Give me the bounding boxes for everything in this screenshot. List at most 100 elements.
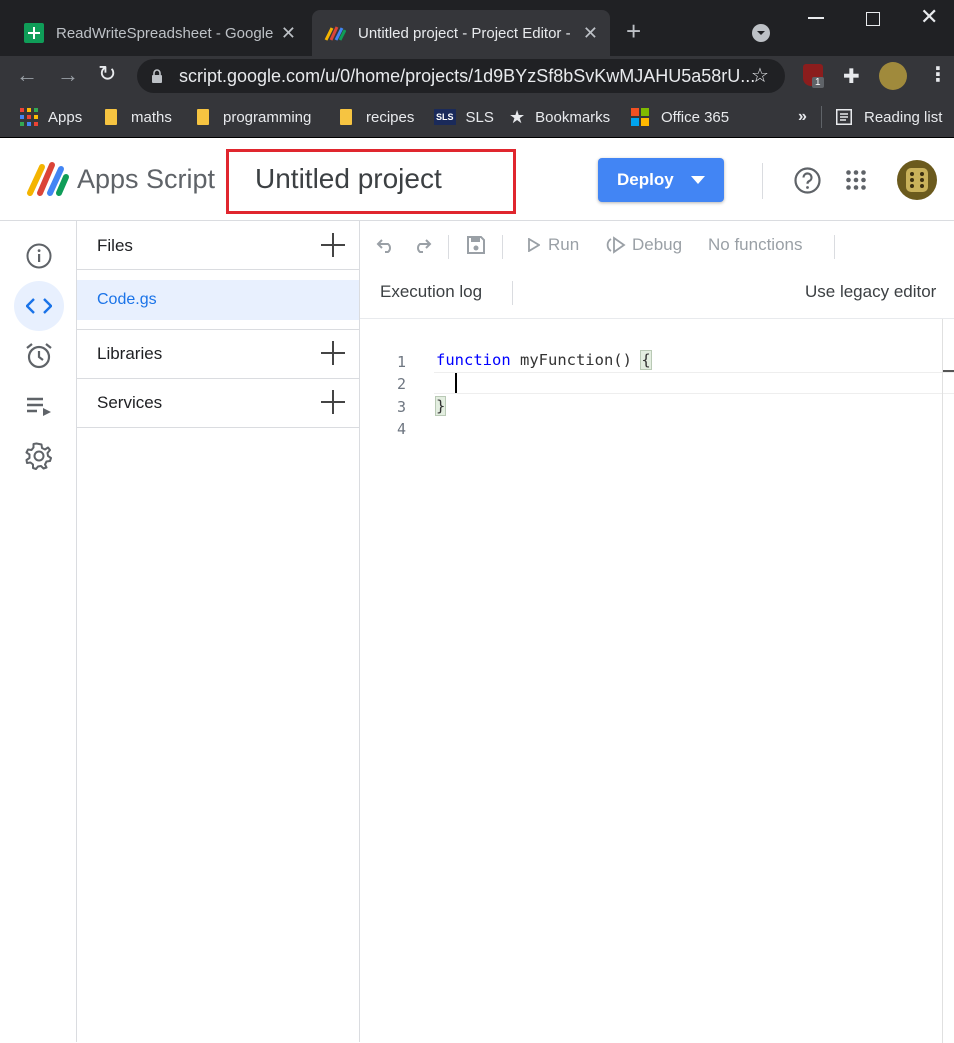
code-keyword: function: [436, 351, 511, 369]
bookmark-recipes[interactable]: recipes: [340, 96, 414, 138]
extension-badge: 1: [812, 77, 824, 88]
chevron-down-icon: [691, 176, 705, 184]
bookmarks-bar: Apps maths programming recipes SLS SLS ★…: [0, 96, 954, 138]
back-icon[interactable]: ←: [16, 62, 38, 88]
url-text: script.google.com/u/0/home/projects/1d9B…: [179, 65, 756, 86]
services-section-header: Services: [77, 378, 359, 427]
triggers-nav-button[interactable]: [14, 331, 64, 381]
alarm-clock-icon: [26, 343, 52, 369]
bookmark-label: Apps: [48, 108, 83, 126]
bookmark-label: Office 365: [661, 108, 730, 126]
code-editor[interactable]: 1 2 3 4 function myFunction() { }: [360, 318, 954, 1043]
bookmark-star-icon[interactable]: ☆: [751, 63, 769, 88]
browser-tab-spreadsheet[interactable]: ReadWriteSpreadsheet - Google ✕: [12, 10, 308, 56]
address-bar[interactable]: script.google.com/u/0/home/projects/1d9B…: [137, 59, 785, 93]
bookmark-apps[interactable]: Apps: [20, 96, 82, 138]
code-signature: myFunction(): [510, 351, 642, 369]
editor-nav-button[interactable]: [14, 281, 64, 331]
extensions-puzzle-icon[interactable]: ✚: [843, 64, 860, 89]
bookmark-label: maths: [131, 108, 172, 126]
file-name: Code.gs: [97, 291, 157, 308]
ublock-extension-icon[interactable]: 1: [803, 64, 824, 88]
files-label: Files: [97, 235, 133, 255]
execution-log-button[interactable]: Execution log: [380, 282, 482, 302]
apps-script-logo-icon: [27, 162, 69, 196]
reading-list-icon: [836, 109, 852, 125]
text-cursor: [455, 373, 457, 393]
forward-icon[interactable]: →: [57, 62, 79, 88]
google-sheets-icon: [24, 23, 44, 43]
bookmarks-overflow-button[interactable]: »: [798, 96, 807, 138]
line-number: 3: [396, 398, 406, 416]
new-tab-button[interactable]: +: [626, 18, 641, 44]
account-avatar[interactable]: [897, 160, 937, 200]
debug-button[interactable]: Debug: [606, 233, 682, 257]
toolbar-divider: [448, 235, 449, 259]
close-tab-icon[interactable]: ✕: [583, 23, 598, 44]
code-open-brace: {: [640, 350, 652, 370]
lock-icon: [152, 69, 162, 83]
settings-nav-button[interactable]: [14, 431, 64, 481]
window-close-icon[interactable]: ✕: [920, 4, 938, 30]
bookmark-sls[interactable]: SLS SLS: [434, 96, 494, 138]
bookmark-label: programming: [223, 108, 312, 126]
run-label: Run: [548, 235, 580, 254]
google-apps-icon[interactable]: [846, 170, 866, 190]
divider: [77, 427, 359, 428]
star-icon: ★: [509, 106, 526, 127]
add-file-icon[interactable]: [321, 233, 345, 257]
files-panel: Files Code.gs Libraries Services: [77, 221, 360, 1042]
debug-label: Debug: [632, 235, 683, 254]
apps-script-icon: [324, 26, 346, 41]
browser-tab-strip: ReadWriteSpreadsheet - Google ✕ Untitled…: [0, 0, 954, 56]
overview-nav-button[interactable]: [14, 231, 64, 281]
save-icon[interactable]: [466, 235, 486, 255]
tab-search-icon[interactable]: [751, 23, 771, 43]
add-service-icon[interactable]: [321, 390, 345, 414]
app-name: Apps Script: [77, 164, 216, 194]
deploy-button[interactable]: Deploy: [598, 158, 724, 202]
reading-list-button[interactable]: Reading list: [836, 96, 942, 138]
function-select[interactable]: No functions: [708, 233, 803, 257]
undo-icon[interactable]: [376, 237, 396, 253]
code-editor-area: Run Debug No functions Execution log Use…: [360, 221, 954, 1043]
help-icon[interactable]: [794, 167, 821, 194]
maximize-icon[interactable]: [866, 12, 880, 26]
scrollbar-track[interactable]: [942, 319, 943, 1043]
browser-tab-project-editor[interactable]: Untitled project - Project Editor - ✕: [312, 10, 610, 56]
browser-menu-icon[interactable]: ⋮: [928, 62, 948, 87]
bookmark-label: SLS: [465, 108, 494, 126]
close-tab-icon[interactable]: ✕: [281, 23, 296, 44]
apps-grid-icon: [20, 108, 38, 126]
minimize-icon[interactable]: [808, 17, 824, 19]
redo-icon[interactable]: [412, 237, 432, 253]
reload-icon[interactable]: ↻: [98, 61, 116, 87]
toolbar-divider: [502, 235, 503, 259]
bookmark-maths[interactable]: maths: [105, 96, 172, 138]
executions-nav-button[interactable]: [14, 381, 64, 431]
use-legacy-editor-button[interactable]: Use legacy editor: [805, 282, 936, 302]
bookmark-office-365[interactable]: Office 365: [631, 96, 729, 138]
play-icon: [528, 238, 540, 252]
app-header: Apps Script Untitled project Deploy: [0, 139, 954, 221]
project-title[interactable]: Untitled project: [255, 163, 442, 195]
side-nav: [0, 221, 77, 1042]
folder-icon: [197, 109, 209, 125]
bookmark-bookmarks[interactable]: ★ Bookmarks: [509, 96, 610, 138]
folder-icon: [340, 109, 352, 125]
bookmark-label: recipes: [366, 108, 415, 126]
line-number: 2: [396, 375, 406, 393]
bookmarks-divider: [821, 106, 822, 128]
run-button[interactable]: Run: [528, 233, 579, 257]
function-select-label: No functions: [708, 235, 803, 254]
sls-logo-icon: SLS: [434, 109, 456, 125]
libraries-label: Libraries: [97, 343, 163, 363]
folder-icon: [105, 109, 117, 125]
add-library-icon[interactable]: [321, 341, 345, 365]
file-item-code-gs[interactable]: Code.gs: [77, 280, 359, 320]
profile-avatar[interactable]: [879, 62, 907, 90]
tab-title: ReadWriteSpreadsheet - Google: [56, 24, 273, 42]
divider: [77, 269, 359, 270]
bookmark-programming[interactable]: programming: [197, 96, 311, 138]
tab-title: Untitled project - Project Editor -: [358, 24, 571, 42]
